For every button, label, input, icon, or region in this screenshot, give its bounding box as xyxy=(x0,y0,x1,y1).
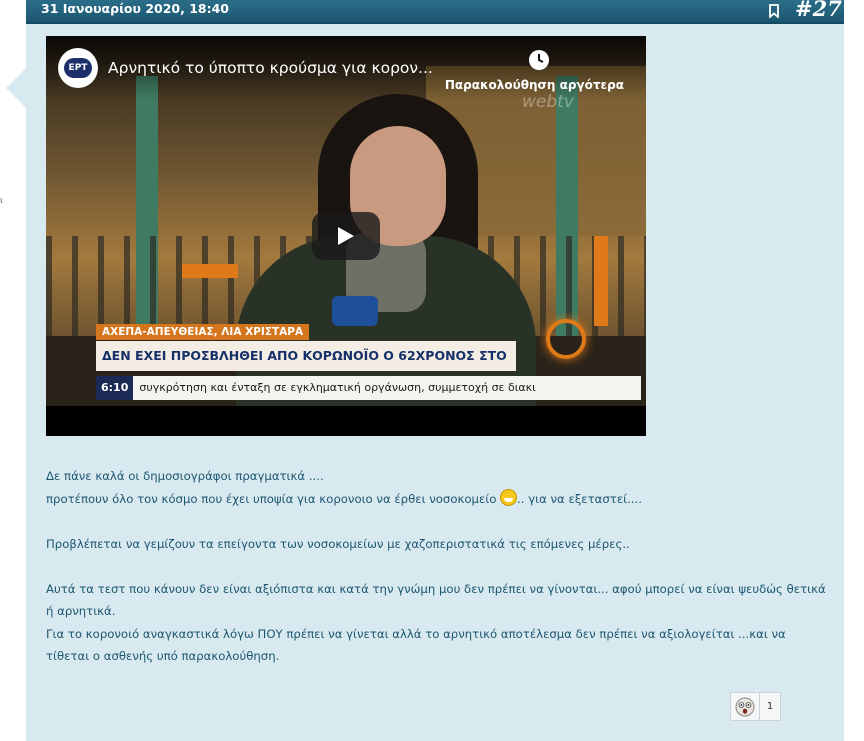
gutter-mark: ι xyxy=(0,196,4,206)
ticker-text: συγκρότηση και ένταξη σε εγκληματική οργ… xyxy=(139,381,536,394)
embedded-video[interactable]: ΕΡΤ Αρνητικό το ύποπτο κρούσμα για κορον… xyxy=(46,36,646,436)
post-line-3: Προβλέπεται να γεμίζουν τα επείγοντα των… xyxy=(46,536,630,551)
channel-logo[interactable]: ΕΡΤ xyxy=(58,48,98,88)
post-line-2: προτέπουν όλο τον κόσμο που έχει υποψία … xyxy=(46,488,826,511)
bookmark-icon[interactable] xyxy=(768,4,780,18)
watch-later-label[interactable]: Παρακολούθηση αργότερα xyxy=(426,78,624,92)
ticker-time: 6:10 xyxy=(96,376,134,400)
post-line-5: Για το κορονοιό αναγκαστικά λόγω ΠΟΥ πρέ… xyxy=(46,626,786,664)
play-icon xyxy=(338,227,354,245)
post-number-link[interactable]: #27 xyxy=(795,0,842,21)
post-line-2a: προτέπουν όλο τον κόσμο που έχει υποψία … xyxy=(46,491,497,506)
ert-globe-logo xyxy=(546,319,586,359)
video-title-link[interactable]: Αρνητικό το ύποπτο κρούσμα για κορον... xyxy=(108,59,448,77)
post-line-2b: .. για να εξεταστεί.... xyxy=(517,491,642,506)
webtv-watermark: webtv xyxy=(522,92,574,112)
post-body: Δε πάνε καλά οι δημοσιογράφοι πραγματικά… xyxy=(46,465,826,668)
clock-icon[interactable] xyxy=(528,49,550,71)
reaction-badge[interactable]: 1 xyxy=(730,692,781,721)
channel-logo-text: ΕΡΤ xyxy=(64,58,92,78)
speech-arrow xyxy=(6,68,26,108)
laughing-emoji-icon xyxy=(500,488,518,506)
reaction-count: 1 xyxy=(766,701,774,712)
news-ticker: 6:10 συγκρότηση και ένταξη σε εγκληματική… xyxy=(96,376,641,400)
surprised-face-icon[interactable] xyxy=(731,693,760,720)
post-container: 31 Ιανουαρίου 2020, 18:40 #27 ΕΡΤ Αρνητι… xyxy=(26,0,844,741)
post-line-4: Αυτά τα τεστ που κάνουν δεν είναι αξιόπι… xyxy=(46,581,826,619)
play-button[interactable] xyxy=(312,212,380,260)
lower-third-headline: ΔΕΝ ΕΧΕΙ ΠΡΟΣΒΛΗΘΕΙ ΑΠΟ ΚΟΡΩΝΟΪΟ Ο 62ΧΡΟ… xyxy=(96,341,516,393)
post-date: 31 Ιανουαρίου 2020, 18:40 xyxy=(41,1,229,16)
post-line-1: Δε πάνε καλά οι δημοσιογράφοι πραγματικά… xyxy=(46,469,324,483)
lower-third-tag: ΑΧΕΠΑ-ΑΠΕΥΘΕΙΑΣ, ΛΙΑ ΧΡΙΣΤΑΡΑ xyxy=(96,324,310,340)
left-gutter: ι xyxy=(0,0,26,741)
post-header: 31 Ιανουαρίου 2020, 18:40 #27 xyxy=(26,0,844,24)
